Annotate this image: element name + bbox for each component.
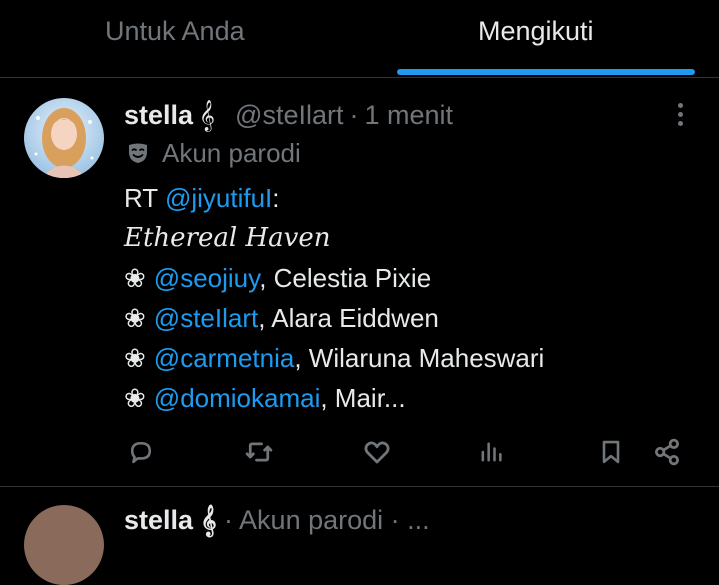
post-title: Ethereal Haven bbox=[124, 223, 331, 253]
item-text: , Alara Eiddwen bbox=[258, 303, 439, 333]
avatar[interactable] bbox=[24, 98, 104, 178]
separator: · bbox=[349, 100, 359, 130]
display-name[interactable]: stella bbox=[124, 505, 193, 535]
music-note-icon: 𝄞 bbox=[199, 100, 216, 130]
tweet-divider bbox=[0, 486, 719, 487]
flower-bullet-icon: ❀ bbox=[124, 303, 146, 333]
tab-for-you[interactable]: Untuk Anda bbox=[105, 14, 245, 48]
list-item: ❀ @seojiuy, Celestia Pixie bbox=[124, 258, 694, 298]
display-name[interactable]: stella bbox=[124, 98, 193, 132]
bookmark-icon[interactable] bbox=[594, 435, 628, 469]
next-tweet-meta: · Akun parodi · ... bbox=[224, 505, 430, 535]
views-icon[interactable] bbox=[474, 435, 508, 469]
tweet[interactable]: stella 𝄞 @steIlart · 1 menit Akun parodi… bbox=[0, 78, 719, 485]
mention-link[interactable]: @carmetnia bbox=[154, 343, 295, 373]
retweet-icon[interactable] bbox=[242, 435, 276, 469]
mention-link[interactable]: @seojiuy bbox=[154, 263, 259, 293]
list-item: ❀ @domiokamai, Mair... bbox=[124, 378, 694, 418]
timestamp[interactable]: 1 menit bbox=[364, 98, 453, 132]
parody-mask-icon bbox=[129, 143, 147, 163]
like-icon[interactable] bbox=[360, 435, 394, 469]
tweet-text: RT @jiyutifuI: Ethereal Haven ❀ @seojiuy,… bbox=[124, 178, 694, 418]
avatar[interactable] bbox=[24, 505, 104, 585]
more-options-icon[interactable] bbox=[670, 100, 690, 130]
reply-icon[interactable] bbox=[124, 435, 158, 469]
flower-bullet-icon: ❀ bbox=[124, 343, 146, 373]
parody-label: Akun parodi bbox=[126, 136, 301, 170]
mention-link[interactable]: @steIlart bbox=[154, 303, 258, 333]
rt-prefix: RT bbox=[124, 183, 158, 213]
tweet-actions bbox=[124, 435, 694, 469]
active-tab-indicator bbox=[397, 69, 695, 75]
next-tweet-header: stella 𝄞 · Akun parodi · ... bbox=[124, 503, 430, 537]
user-handle[interactable]: @steIlart bbox=[235, 98, 343, 132]
item-text: , Wilaruna Maheswari bbox=[294, 343, 545, 373]
list-item: ❀ @steIlart, Alara Eiddwen bbox=[124, 298, 694, 338]
tab-following[interactable]: Mengikuti bbox=[478, 14, 594, 48]
share-icon[interactable] bbox=[650, 435, 684, 469]
music-note-icon: 𝄞 bbox=[200, 505, 217, 535]
rt-colon: : bbox=[272, 183, 280, 213]
tweet-header: stella 𝄞 @steIlart · 1 menit bbox=[124, 98, 453, 132]
list-item: ❀ @carmetnia, Wilaruna Maheswari bbox=[124, 338, 694, 378]
flower-bullet-icon: ❀ bbox=[124, 383, 146, 413]
parody-label-text: Akun parodi bbox=[162, 137, 301, 168]
rt-line: RT @jiyutifuI: bbox=[124, 178, 694, 218]
timeline-tabs: Untuk Anda Mengikuti bbox=[0, 0, 719, 78]
mention-link[interactable]: @jiyutifuI bbox=[165, 183, 272, 213]
item-text: , Celestia Pixie bbox=[259, 263, 432, 293]
mention-link[interactable]: @domiokamai bbox=[154, 383, 321, 413]
flower-bullet-icon: ❀ bbox=[124, 263, 146, 293]
item-text: , Mair... bbox=[320, 383, 406, 413]
